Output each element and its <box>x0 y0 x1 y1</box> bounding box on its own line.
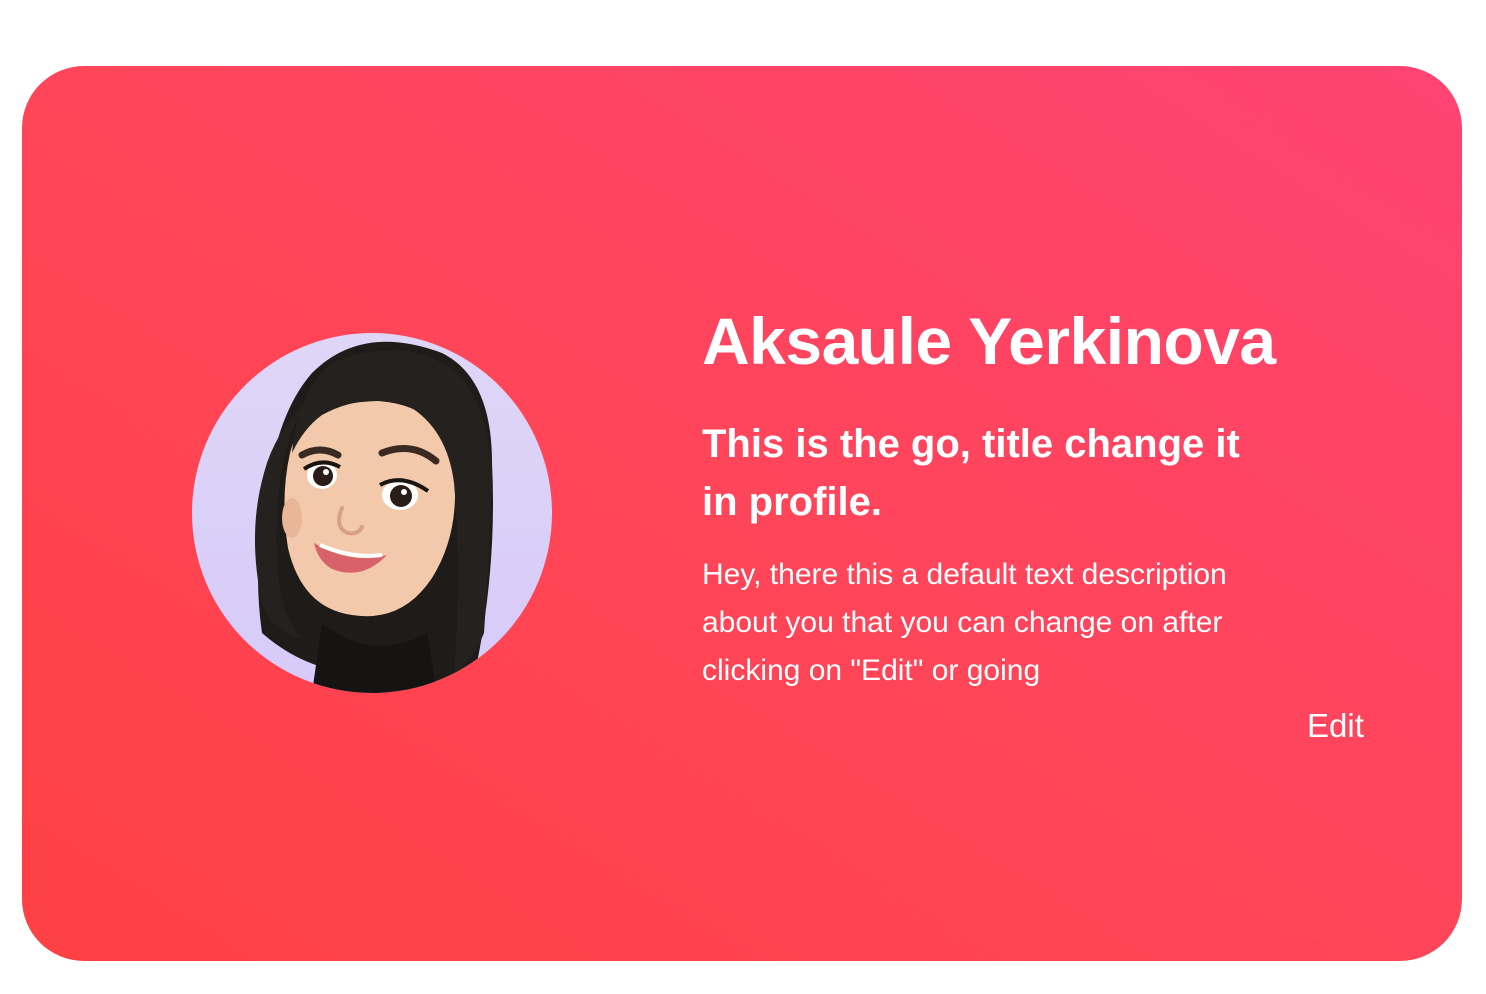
profile-info: Aksaule Yerkinova This is the go, title … <box>702 303 1372 695</box>
profile-card: Aksaule Yerkinova This is the go, title … <box>22 66 1462 961</box>
memoji-avatar-icon <box>254 341 493 693</box>
profile-description: Hey, there this a default text descripti… <box>702 558 1227 687</box>
edit-link[interactable]: Edit <box>1307 703 1364 749</box>
avatar <box>192 333 552 693</box>
profile-name: Aksaule Yerkinova <box>702 304 1276 378</box>
profile-title: This is the go, title change it in profi… <box>702 422 1240 524</box>
